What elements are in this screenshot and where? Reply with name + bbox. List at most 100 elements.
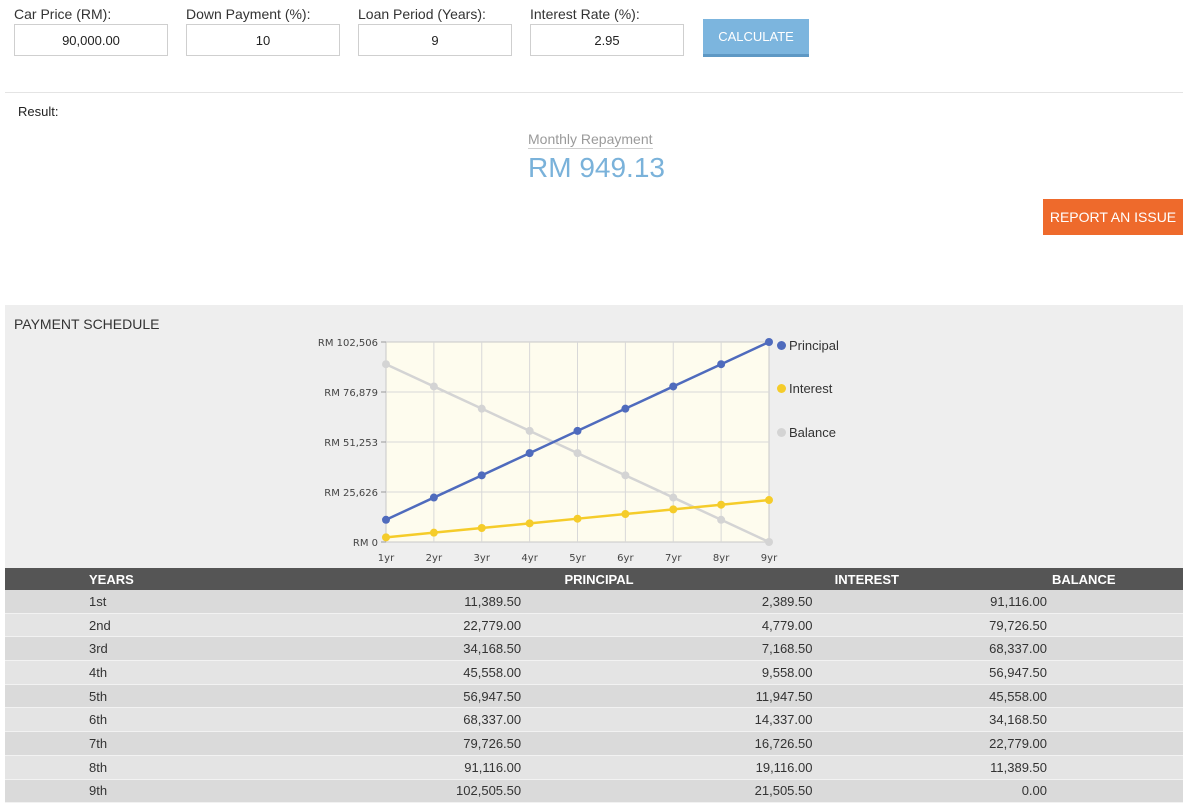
car-price-label: Car Price (RM):	[14, 6, 112, 22]
balance-point	[717, 515, 726, 524]
interest-cell: 11,947.50	[749, 684, 985, 709]
principal-point	[669, 382, 678, 391]
header-balance: BALANCE	[984, 568, 1183, 590]
principal-point	[573, 426, 582, 435]
balance-cell: 34,168.50	[984, 707, 1183, 733]
interest-rate-label: Interest Rate (%):	[530, 6, 640, 22]
interest-point	[525, 519, 534, 528]
legend-balance: Balance	[777, 425, 836, 440]
interest-point	[573, 514, 582, 523]
interest-point	[382, 533, 390, 542]
y-tick-label: RM 25,626	[324, 488, 378, 499]
x-tick-label: 9yr	[761, 553, 778, 564]
table-row: 1st 11,389.50 2,389.50 91,116.00	[5, 590, 1183, 614]
balance-cell: 45,558.00	[984, 684, 1183, 709]
principal-point	[477, 471, 486, 480]
x-tick-label: 2yr	[426, 553, 443, 564]
balance-point	[477, 404, 486, 413]
balance-point	[669, 493, 678, 502]
principal-point	[717, 360, 726, 369]
divider	[5, 92, 1183, 93]
monthly-repayment-amount: RM 949.13	[528, 152, 665, 183]
header-years: YEARS	[5, 568, 449, 590]
result-label: Result:	[18, 104, 59, 119]
interest-point	[669, 505, 678, 514]
legend-interest-label: Interest	[789, 381, 833, 396]
principal-cell: 79,726.50	[449, 731, 750, 756]
principal-cell: 11,389.50	[449, 590, 750, 614]
balance-cell: 79,726.50	[984, 613, 1183, 638]
report-issue-button[interactable]: REPORT AN ISSUE	[1043, 199, 1183, 235]
legend-principal: Principal	[777, 338, 839, 353]
year-cell: 7th	[5, 731, 449, 756]
balance-cell: 68,337.00	[984, 636, 1183, 662]
year-cell: 2nd	[5, 613, 449, 638]
year-cell: 1st	[5, 590, 449, 614]
table-header-row: YEARS PRINCIPAL INTEREST BALANCE	[5, 568, 1183, 590]
interest-rate-input[interactable]: 2.95	[530, 24, 684, 56]
principal-point	[525, 449, 534, 458]
car-price-input[interactable]: 90,000.00	[14, 24, 168, 56]
loan-period-input[interactable]: 9	[358, 24, 512, 56]
interest-cell: 14,337.00	[749, 707, 985, 733]
table-row: 9th 102,505.50 21,505.50 0.00	[5, 779, 1183, 803]
legend-interest: Interest	[777, 381, 832, 396]
balance-cell: 22,779.00	[984, 731, 1183, 756]
interest-cell: 9,558.00	[749, 660, 985, 685]
interest-cell: 16,726.50	[749, 731, 985, 756]
interest-cell: 21,505.50	[749, 779, 985, 803]
table-row: 2nd 22,779.00 4,779.00 79,726.50	[5, 613, 1183, 638]
principal-cell: 34,168.50	[449, 636, 750, 662]
principal-cell: 56,947.50	[449, 684, 750, 709]
principal-point	[429, 493, 438, 502]
principal-point	[382, 515, 390, 524]
legend-principal-label: Principal	[789, 338, 839, 353]
down-payment-label: Down Payment (%):	[186, 6, 311, 22]
principal-point	[621, 404, 630, 413]
legend-balance-marker	[777, 428, 786, 437]
interest-cell: 19,116.00	[749, 755, 985, 780]
legend-balance-label: Balance	[789, 425, 836, 440]
balance-point	[382, 360, 390, 369]
table-row: 4th 45,558.00 9,558.00 56,947.50	[5, 660, 1183, 685]
year-cell: 6th	[5, 707, 449, 733]
balance-point	[621, 471, 630, 480]
legend-interest-marker	[777, 384, 786, 393]
y-tick-label: RM 102,506	[318, 338, 378, 349]
down-payment-input[interactable]: 10	[186, 24, 340, 56]
table-row: 7th 79,726.50 16,726.50 22,779.00	[5, 731, 1183, 756]
y-tick-label: RM 0	[353, 538, 378, 549]
payment-schedule-panel: PAYMENT SCHEDULE RM 0 RM 25,626 RM 51,253 R…	[5, 305, 1183, 803]
interest-cell: 7,168.50	[749, 636, 985, 662]
balance-point	[573, 449, 582, 458]
interest-point	[621, 510, 630, 519]
balance-cell: 56,947.50	[984, 660, 1183, 685]
y-tick-label: RM 76,879	[324, 388, 378, 399]
year-cell: 4th	[5, 660, 449, 685]
x-tick-label: 5yr	[569, 553, 586, 564]
calculate-button[interactable]: CALCULATE	[703, 19, 809, 57]
table-row: 3rd 34,168.50 7,168.50 68,337.00	[5, 636, 1183, 662]
x-tick-label: 3yr	[474, 553, 491, 564]
payment-chart: RM 0 RM 25,626 RM 51,253 RM 76,879 RM 102,50…	[318, 338, 778, 564]
principal-cell: 102,505.50	[449, 779, 750, 803]
year-cell: 9th	[5, 779, 449, 803]
x-tick-label: 8yr	[713, 553, 730, 564]
interest-cell: 4,779.00	[749, 613, 985, 638]
year-cell: 5th	[5, 684, 449, 709]
payment-schedule-table: YEARS PRINCIPAL INTEREST BALANCE 1st 11,3…	[5, 568, 1183, 803]
header-interest: INTEREST	[749, 568, 985, 590]
y-tick-label: RM 51,253	[324, 438, 378, 449]
x-tick-label: 1yr	[378, 553, 395, 564]
x-tick-label: 6yr	[617, 553, 634, 564]
interest-point	[477, 524, 486, 533]
header-principal: PRINCIPAL	[449, 568, 750, 590]
year-cell: 3rd	[5, 636, 449, 662]
balance-cell: 91,116.00	[984, 590, 1183, 614]
interest-cell: 2,389.50	[749, 590, 985, 614]
table-row: 8th 91,116.00 19,116.00 11,389.50	[5, 755, 1183, 780]
balance-point	[429, 382, 438, 391]
balance-point	[765, 538, 773, 546]
balance-cell: 11,389.50	[984, 755, 1183, 780]
monthly-repayment-caption: Monthly Repayment	[528, 131, 653, 149]
